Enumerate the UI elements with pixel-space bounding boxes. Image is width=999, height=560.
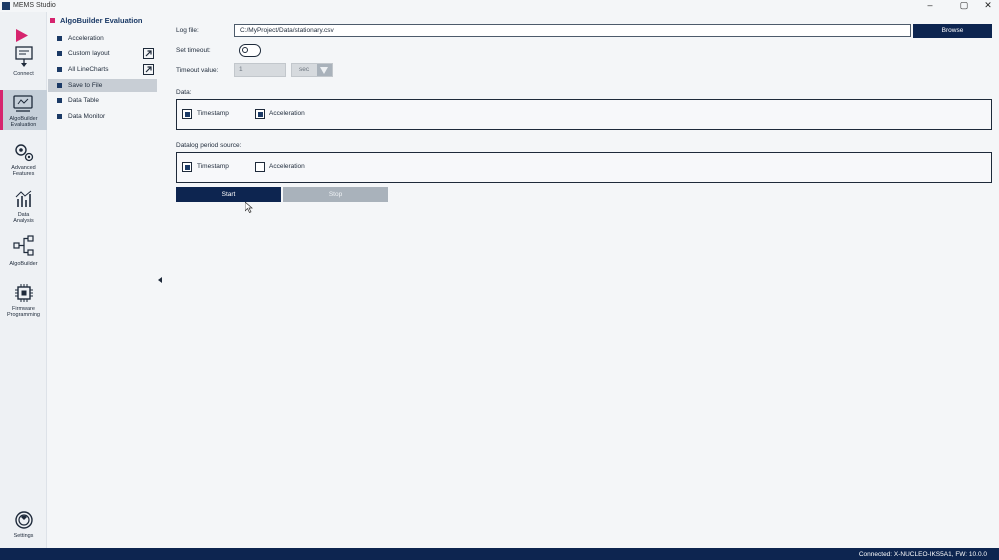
gears-icon: [14, 144, 33, 162]
datalog-acceleration-checkbox[interactable]: [255, 162, 265, 172]
open-external-icon[interactable]: [143, 64, 154, 75]
chart-icon: [15, 190, 31, 207]
collapse-panel-icon[interactable]: [158, 277, 162, 283]
rail-item-label: Settings: [13, 533, 34, 539]
data-options-group: Timestamp Acceleration: [176, 99, 992, 130]
open-external-icon[interactable]: [143, 48, 154, 59]
menu-item-data-table[interactable]: Data Table: [48, 94, 157, 107]
data-label: Data:: [176, 89, 192, 96]
rail-item-algobuilder[interactable]: AlgoBuilder: [0, 234, 47, 270]
timeout-value-label: Timeout value:: [176, 67, 219, 74]
rail-item-label: AlgoBuilder: [9, 261, 38, 267]
section-title: AlgoBuilder Evaluation: [50, 16, 143, 25]
timeout-unit-value: sec: [299, 66, 310, 73]
section-marker: [50, 18, 55, 23]
run-icon[interactable]: [16, 29, 28, 42]
connect-icon: [14, 46, 33, 67]
chevron-down-icon: [317, 64, 332, 76]
section-menu: AlgoBuilder Evaluation Acceleration Cust…: [48, 12, 158, 548]
bullet-icon: [57, 83, 62, 88]
menu-item-all-linecharts[interactable]: All LineCharts: [48, 63, 157, 76]
maximize-button[interactable]: ▢: [954, 0, 974, 12]
data-acceleration-checkbox[interactable]: [255, 109, 265, 119]
connection-status: Connected: X-NUCLEO-IKS5A1, FW: 10.0.0: [858, 551, 987, 558]
browse-button[interactable]: Browse: [913, 24, 992, 38]
rail-item-label-2: Evaluation: [10, 122, 37, 128]
minimize-button[interactable]: –: [920, 0, 940, 12]
bullet-icon: [57, 98, 62, 103]
log-file-input[interactable]: C:/MyProject/Data/stationary.csv: [234, 24, 911, 37]
evaluation-icon: [13, 95, 33, 112]
datalog-timestamp-checkbox[interactable]: [182, 162, 192, 172]
data-timestamp-checkbox[interactable]: [182, 109, 192, 119]
section-title-text: AlgoBuilder Evaluation: [60, 16, 143, 25]
rail-item-label: Connect: [13, 71, 34, 77]
datalog-timestamp-label: Timestamp: [197, 163, 229, 170]
rail-item-advanced-features[interactable]: Advanced Features: [0, 142, 47, 182]
datalog-period-source-label: Datalog period source:: [176, 142, 242, 149]
menu-item-label: Data Table: [68, 97, 99, 104]
chip-icon: [14, 284, 33, 302]
data-timestamp-label: Timestamp: [197, 110, 229, 117]
timeout-value-input[interactable]: 1: [234, 63, 286, 77]
datalog-options-group: Timestamp Acceleration: [176, 152, 992, 183]
rail-item-label-2: Features: [12, 171, 35, 177]
app-icon: [2, 2, 10, 10]
datalog-acceleration-label: Acceleration: [269, 163, 305, 170]
set-timeout-toggle[interactable]: [239, 44, 261, 57]
close-button[interactable]: ✕: [978, 0, 998, 12]
menu-item-label: Acceleration: [68, 35, 104, 42]
title-bar: MEMS Studio – ▢ ✕: [0, 0, 999, 12]
rail-item-label-2: Analysis: [13, 218, 34, 224]
bullet-icon: [57, 36, 62, 41]
stop-button: Stop: [283, 187, 388, 202]
rail-item-data-analysis[interactable]: Data Analysis: [0, 189, 47, 229]
rail-item-connect[interactable]: Connect: [0, 44, 47, 82]
toggle-knob: [242, 47, 248, 53]
bullet-icon: [57, 51, 62, 56]
mouse-cursor-icon: [245, 202, 253, 213]
rail-item-algobuilder-evaluation[interactable]: AlgoBuilder Evaluation: [0, 90, 47, 130]
menu-item-acceleration[interactable]: Acceleration: [48, 32, 157, 45]
menu-item-custom-layout[interactable]: Custom layout: [48, 47, 157, 60]
start-button[interactable]: Start: [176, 187, 281, 202]
timeout-unit-select[interactable]: sec: [291, 63, 333, 77]
bullet-icon: [57, 67, 62, 72]
rail-item-firmware-programming[interactable]: Firmware Programming: [0, 283, 47, 323]
menu-item-save-to-file[interactable]: Save to File: [48, 79, 157, 92]
menu-item-label: Custom layout: [68, 50, 110, 57]
data-acceleration-label: Acceleration: [269, 110, 305, 117]
status-bar: Connected: X-NUCLEO-IKS5A1, FW: 10.0.0: [0, 548, 999, 560]
rail-item-label-2: Programming: [6, 312, 40, 318]
menu-item-label: All LineCharts: [68, 66, 109, 73]
set-timeout-label: Set timeout:: [176, 47, 211, 54]
window-title: MEMS Studio: [13, 2, 56, 9]
menu-item-label: Save to File: [68, 82, 103, 89]
settings-icon: [14, 511, 33, 529]
menu-item-label: Data Monitor: [68, 113, 106, 120]
menu-item-data-monitor[interactable]: Data Monitor: [48, 110, 157, 123]
rail-item-settings[interactable]: Settings: [0, 510, 47, 546]
main-nav-rail: Connect AlgoBuilder Evaluation Advanced Fe…: [0, 12, 47, 548]
flow-icon: [12, 235, 34, 256]
log-file-label: Log file:: [176, 27, 199, 34]
bullet-icon: [57, 114, 62, 119]
